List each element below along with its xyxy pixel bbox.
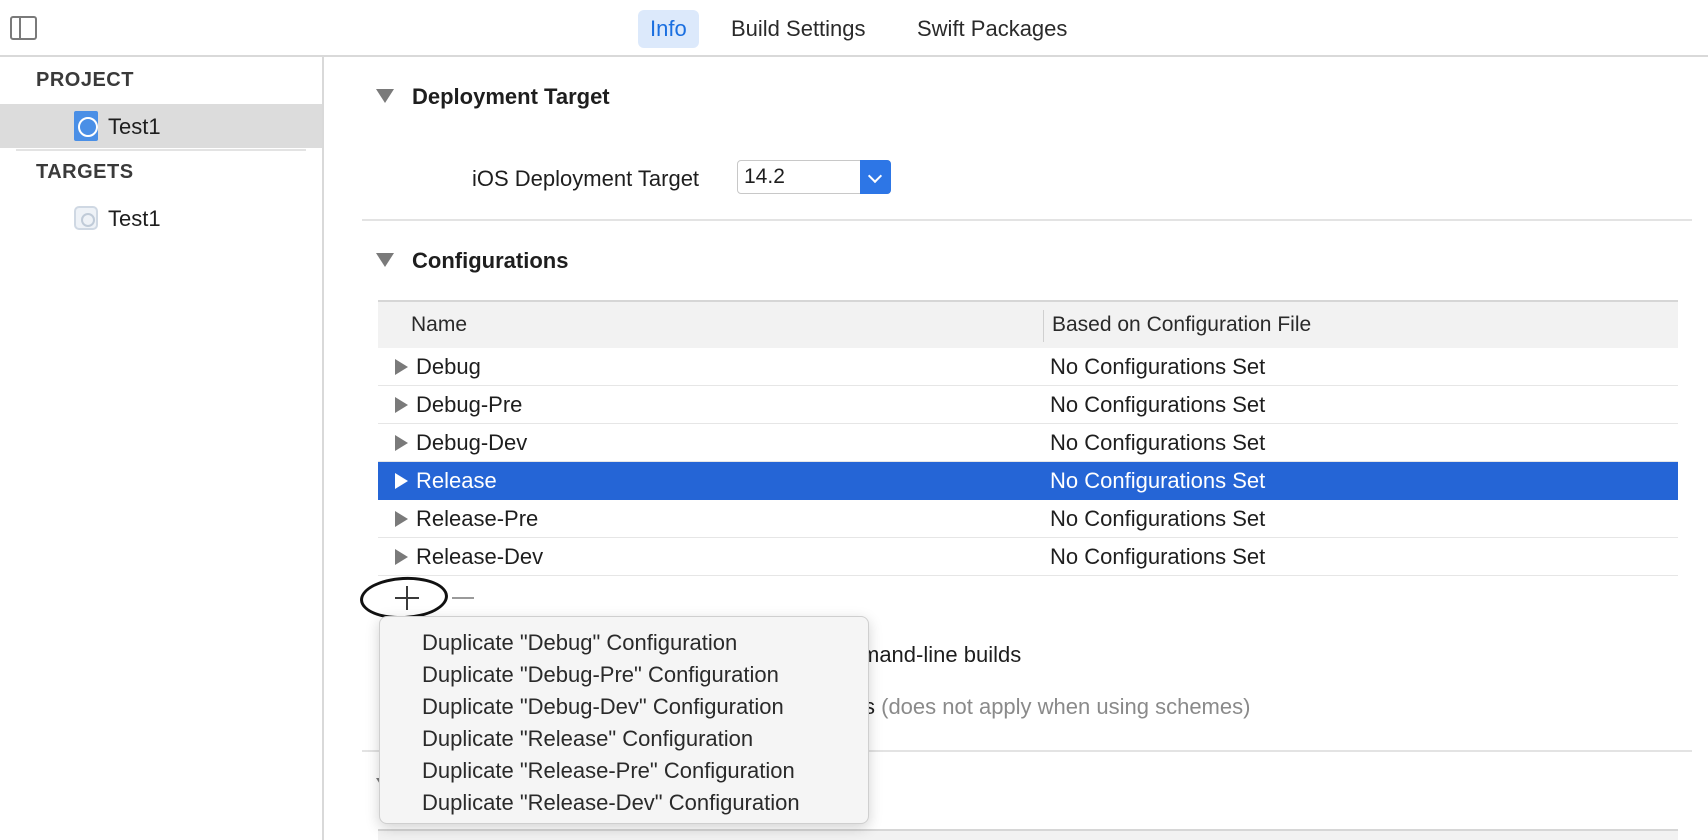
menu-item-duplicate-debug[interactable]: Duplicate "Debug" Configuration xyxy=(380,627,868,659)
config-name: Release xyxy=(416,468,497,493)
config-file: No Configurations Set xyxy=(1050,354,1266,379)
menu-item-duplicate-release-pre[interactable]: Duplicate "Release-Pre" Configuration xyxy=(380,755,868,787)
disclosure-triangle-icon[interactable] xyxy=(395,435,408,451)
ios-deployment-target-label: iOS Deployment Target xyxy=(472,166,700,191)
menu-item-duplicate-release[interactable]: Duplicate "Release" Configuration xyxy=(380,723,868,755)
table-row[interactable]: Release-Dev No Configurations Set xyxy=(378,538,1678,576)
disclosure-triangle-icon[interactable] xyxy=(395,511,408,527)
app-target-icon xyxy=(74,206,98,230)
toolbar: Info Build Settings Swift Packages xyxy=(0,0,1708,57)
column-separator[interactable] xyxy=(1043,310,1044,342)
deployment-section-title: Deployment Target xyxy=(412,84,610,109)
sidebar-toggle-icon[interactable] xyxy=(10,16,37,40)
configurations-section-title: Configurations xyxy=(412,248,569,273)
schemes-note-text: s (does not apply when using schemes) xyxy=(864,694,1250,720)
ios-deployment-target-value: 14.2 xyxy=(744,165,785,188)
chevron-down-icon[interactable] xyxy=(860,160,891,194)
project-heading: PROJECT xyxy=(36,69,134,91)
disclosure-triangle-icon[interactable] xyxy=(395,549,408,565)
config-file: No Configurations Set xyxy=(1050,430,1266,455)
deployment-disclosure-icon[interactable] xyxy=(376,89,394,103)
disclosure-triangle-icon[interactable] xyxy=(395,397,408,413)
section-divider xyxy=(362,219,1692,221)
column-header-config-file[interactable]: Based on Configuration File xyxy=(1052,313,1311,337)
tab-info[interactable]: Info xyxy=(638,10,699,48)
config-file: No Configurations Set xyxy=(1050,506,1266,531)
config-name: Debug xyxy=(416,354,481,379)
table-row[interactable]: Release-Pre No Configurations Set xyxy=(378,500,1678,538)
configurations-disclosure-icon[interactable] xyxy=(376,253,394,267)
add-configuration-button[interactable] xyxy=(394,583,420,613)
table-row[interactable]: Debug-Pre No Configurations Set xyxy=(378,386,1678,424)
table-row[interactable]: Debug-Dev No Configurations Set xyxy=(378,424,1678,462)
config-file: No Configurations Set xyxy=(1050,392,1266,417)
targets-heading: TARGETS xyxy=(36,161,134,183)
config-file: No Configurations Set xyxy=(1050,468,1266,493)
xcode-project-icon xyxy=(74,111,98,141)
config-name: Release-Dev xyxy=(416,544,544,569)
column-header-name[interactable]: Name xyxy=(411,313,467,337)
disclosure-triangle-icon[interactable] xyxy=(395,359,408,375)
ios-deployment-target-select[interactable]: 14.2 xyxy=(737,160,891,194)
config-name: Debug-Dev xyxy=(416,430,528,455)
sidebar-item-target-label: Test1 xyxy=(108,206,161,231)
tab-build-settings[interactable]: Build Settings xyxy=(719,10,878,48)
table-row[interactable]: Debug No Configurations Set xyxy=(378,348,1678,386)
disclosure-triangle-icon[interactable] xyxy=(395,473,408,489)
menu-item-duplicate-debug-pre[interactable]: Duplicate "Debug-Pre" Configuration xyxy=(380,659,868,691)
menu-item-duplicate-release-dev[interactable]: Duplicate "Release-Dev" Configuration xyxy=(380,787,868,819)
config-file: No Configurations Set xyxy=(1050,544,1266,569)
add-configuration-menu: Duplicate "Debug" Configuration Duplicat… xyxy=(379,616,869,824)
sidebar-divider xyxy=(16,149,306,151)
sidebar-item-target[interactable] xyxy=(0,196,322,240)
menu-item-duplicate-debug-dev[interactable]: Duplicate "Debug-Dev" Configuration xyxy=(380,691,868,723)
sidebar-item-project-label: Test1 xyxy=(108,114,161,139)
table-row-selected[interactable]: Release No Configurations Set xyxy=(378,462,1678,500)
next-table-header xyxy=(378,829,1678,840)
remove-configuration-button[interactable] xyxy=(452,583,476,613)
config-name: Release-Pre xyxy=(416,506,539,531)
configurations-table-header: Name Based on Configuration File xyxy=(378,300,1678,349)
sidebar-item-project[interactable] xyxy=(0,104,322,148)
schemes-note-muted: (does not apply when using schemes) xyxy=(881,694,1251,719)
config-name: Debug-Pre xyxy=(416,392,523,417)
command-line-builds-text: mand-line builds xyxy=(861,642,1022,667)
tab-swift-packages[interactable]: Swift Packages xyxy=(905,10,1079,48)
